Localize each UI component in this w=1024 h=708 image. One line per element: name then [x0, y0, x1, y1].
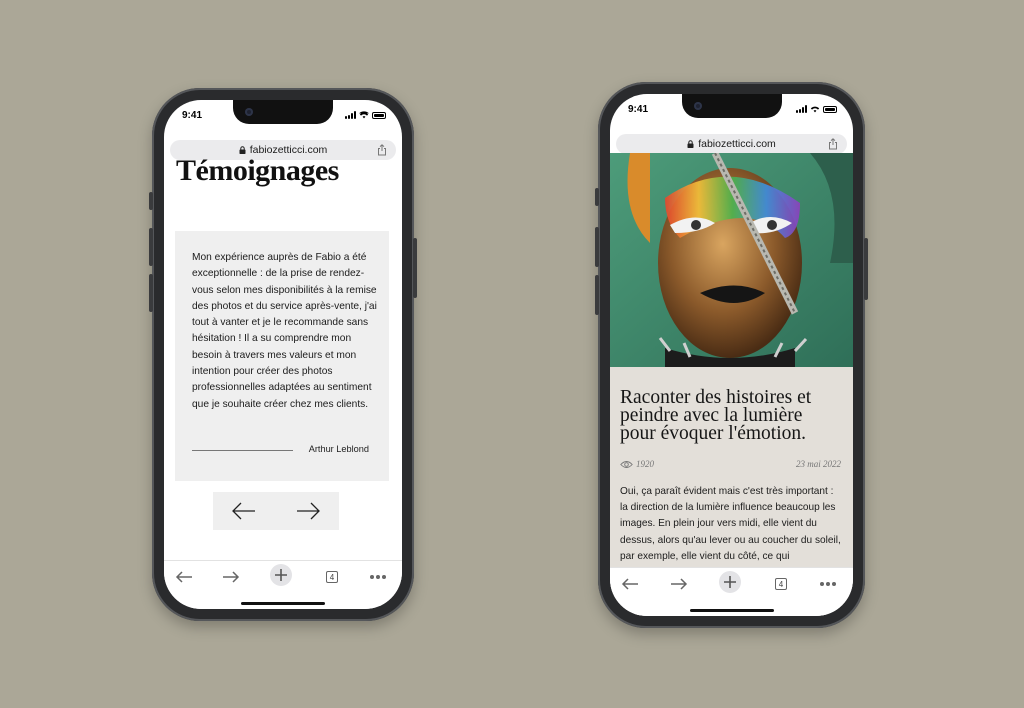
- browser-toolbar: 4: [164, 560, 402, 609]
- url-text: fabiozetticci.com: [698, 138, 776, 150]
- view-count-value: 1920: [636, 459, 654, 469]
- camera: [693, 102, 702, 110]
- power-button: [413, 238, 417, 298]
- eye-icon: [620, 460, 633, 468]
- new-tab-button[interactable]: [719, 571, 741, 593]
- volume-down-button: [595, 275, 599, 315]
- address-bar[interactable]: fabiozetticci.com: [616, 134, 847, 154]
- page-title: Témoignages: [176, 154, 339, 187]
- author-divider: [192, 450, 293, 451]
- mute-switch: [595, 188, 599, 206]
- volume-down-button: [149, 274, 153, 312]
- wifi-icon: [810, 106, 820, 113]
- share-icon[interactable]: [827, 138, 839, 150]
- new-tab-icon: [275, 569, 287, 581]
- phone-right: 9:41 fabiozetticci.com Raconter des hist…: [595, 82, 868, 628]
- forward-icon: [223, 571, 240, 583]
- screen-left: 9:41 fabiozetticci.com Témoignages Mon e…: [164, 100, 402, 609]
- tabs-icon: 4: [775, 578, 787, 590]
- arrow-right-icon[interactable]: [295, 501, 321, 521]
- testimonial-author: Arthur Leblond: [308, 444, 369, 454]
- article-body: Oui, ça paraît évident mais c'est très i…: [620, 486, 841, 562]
- cellular-signal-icon: [345, 111, 356, 119]
- tabs-count: 4: [778, 579, 784, 589]
- battery-icon: [823, 106, 837, 113]
- tabs-button[interactable]: 4: [770, 574, 792, 594]
- camera: [245, 108, 253, 116]
- portrait-photo: [610, 153, 853, 367]
- testimonial-quote: Mon expérience auprès de Fabio a été exc…: [192, 252, 377, 410]
- home-indicator[interactable]: [689, 609, 774, 612]
- forward-button[interactable]: [220, 567, 242, 587]
- more-button[interactable]: [817, 574, 839, 594]
- phone-left: 9:41 fabiozetticci.com Témoignages Mon e…: [149, 88, 417, 621]
- power-button: [864, 238, 868, 300]
- new-tab-button[interactable]: [270, 564, 292, 586]
- hero-photo: [610, 153, 853, 367]
- mute-switch: [149, 192, 153, 210]
- more-icon: [820, 582, 836, 586]
- carousel-controls: [213, 492, 339, 530]
- tabs-count: 4: [329, 572, 335, 582]
- new-tab-icon: [724, 576, 736, 588]
- screen-right: 9:41 fabiozetticci.com Raconter des hist…: [610, 94, 853, 616]
- cellular-signal-icon: [796, 105, 807, 113]
- share-icon[interactable]: [376, 144, 388, 156]
- volume-up-button: [595, 227, 599, 267]
- more-icon: [370, 575, 386, 579]
- notch: [681, 94, 782, 118]
- tabs-icon: 4: [326, 571, 338, 583]
- article-date: 23 mai 2022: [796, 459, 841, 469]
- back-icon: [175, 571, 192, 583]
- back-icon: [621, 578, 638, 590]
- tabs-button[interactable]: 4: [321, 567, 343, 587]
- article-meta: 1920 23 mai 2022: [620, 459, 841, 471]
- notch: [233, 100, 333, 124]
- status-time: 9:41: [628, 104, 649, 115]
- lock-icon: [687, 140, 694, 148]
- volume-up-button: [149, 228, 153, 266]
- back-button[interactable]: [619, 574, 641, 594]
- arrow-left-icon[interactable]: [231, 501, 257, 521]
- forward-button[interactable]: [668, 574, 690, 594]
- forward-icon: [671, 578, 688, 590]
- wifi-icon: [359, 111, 369, 119]
- home-indicator[interactable]: [241, 602, 325, 605]
- back-button[interactable]: [173, 567, 195, 587]
- more-button[interactable]: [367, 567, 389, 587]
- battery-icon: [372, 112, 386, 119]
- testimonial-card: Mon expérience auprès de Fabio a été exc…: [175, 231, 389, 481]
- status-time: 9:41: [182, 110, 203, 121]
- browser-toolbar: 4: [610, 567, 853, 616]
- lock-icon: [239, 146, 246, 154]
- article-title: Raconter des histoires et peindre avec l…: [620, 387, 812, 444]
- view-count: 1920: [620, 459, 654, 469]
